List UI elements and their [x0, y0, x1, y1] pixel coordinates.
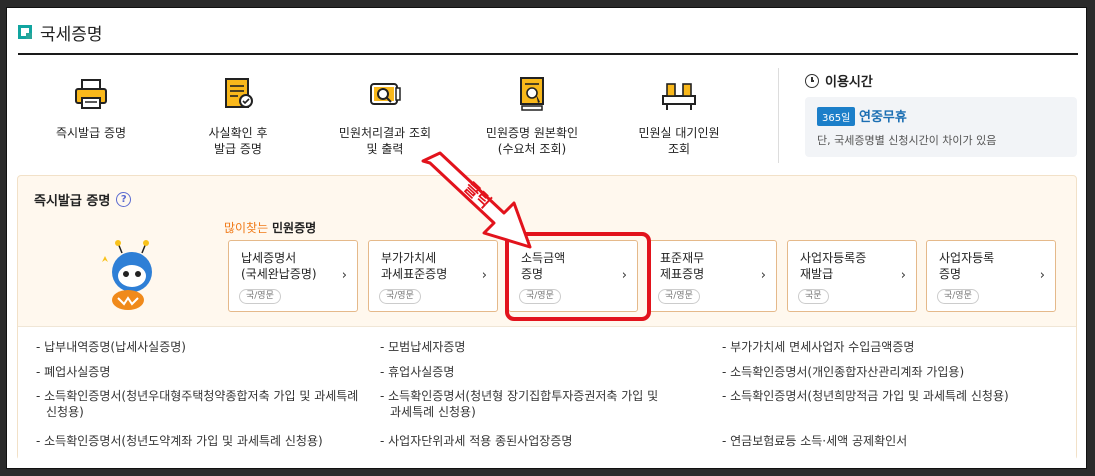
mascot-illustration [102, 240, 152, 310]
chevron-right-icon: › [900, 268, 906, 283]
days-badge: 365일 [817, 107, 856, 126]
popular-highlight: 많이찾는 [224, 221, 269, 235]
link-vat-exempt-income[interactable]: - 부가가치세 면세사업자 수입금액증명 [722, 339, 914, 355]
title-square-icon [18, 25, 32, 39]
panel-title: 즉시발급 증명 ? [34, 190, 132, 209]
help-icon[interactable]: ? [116, 192, 132, 207]
document-stamp-icon [520, 77, 544, 111]
document-check-icon [225, 78, 253, 108]
service-label-line2: 조회 [667, 142, 691, 156]
link-youth-hope-income[interactable]: - 소득확인증명서(청년희망적금 가입 및 과세특례 신청용) [722, 388, 1009, 404]
service-waiting-count[interactable]: 민원실 대기인원 조회 [609, 74, 749, 157]
instant-issue-panel: 즉시발급 증명 ? 많이찾는 민원증명 납세증명서 (국세완납증명) › 국/영문 [17, 151, 1077, 460]
popular-heading: 많이찾는 민원증명 [224, 219, 316, 236]
hours-info-box: 365일 연중무휴 단, 국세증명별 신청시간이 차이가 있음 [805, 97, 1077, 157]
service-label-line1: 민원증명 원본확인 [485, 126, 579, 140]
service-label-line2: 발급 증명 [214, 142, 262, 156]
link-isa-income[interactable]: - 소득확인증명서(개인종합자산관리계좌 가입용) [722, 364, 964, 380]
language-tag: 국/영문 [519, 289, 561, 304]
service-label: 즉시발급 증명 [55, 126, 127, 140]
printer-icon [75, 79, 107, 109]
link-model-taxpayer[interactable]: - 모범납세자증명 [380, 339, 465, 355]
chevron-right-icon: › [1039, 268, 1045, 283]
card-line2: 증명 [939, 267, 962, 281]
card-line2: 제표증명 [660, 267, 705, 281]
link-line2: 과세특례 신청용) [390, 405, 476, 419]
chevron-right-icon: › [481, 268, 487, 283]
chevron-right-icon: › [621, 268, 627, 283]
card-line2: 증명 [521, 267, 544, 281]
clock-icon [805, 73, 819, 88]
language-tag: 국/영문 [658, 289, 700, 304]
service-label-line1: 사실확인 후 [208, 126, 268, 140]
link-suspension-fact[interactable]: - 휴업사실증명 [380, 364, 454, 380]
card-line2: 재발급 [800, 267, 834, 281]
other-certificates-list: - 납부내역증명(납세사실증명) - 모범납세자증명 - 부가가치세 면세사업자… [18, 326, 1076, 460]
hours-title: 이용시간 [805, 71, 873, 90]
service-instant-issue[interactable]: 즉시발급 증명 [21, 74, 161, 141]
language-tag: 국/영문 [937, 289, 979, 304]
service-original-verify[interactable]: 민원증명 원본확인 (수요처 조회) [462, 74, 602, 157]
link-line1: - 소득확인증명서(청년우대형주택청약종합저축 가입 및 과세특례 [36, 389, 359, 403]
chevron-right-icon: › [760, 268, 766, 283]
card-line1: 표준재무 [660, 251, 705, 265]
hours-note: 단, 국세증명별 신청시간이 차이가 있음 [817, 134, 997, 147]
click-annotation-arrow: 클릭 [421, 151, 532, 249]
chevron-right-icon: › [341, 268, 347, 283]
card-line2: (국세완납증명) [241, 267, 317, 281]
link-sub-business[interactable]: - 사업자단위과세 적용 종된사업장증명 [380, 433, 572, 449]
language-tag: 국문 [798, 289, 829, 304]
language-tag: 국/영문 [239, 289, 281, 304]
vertical-divider [778, 68, 779, 163]
page-title: 국세증명 [40, 24, 103, 45]
service-result-lookup[interactable]: 민원처리결과 조회 및 출력 [315, 74, 455, 157]
link-line2: 신청용) [46, 405, 84, 419]
card-line1: 사업자등록증 [800, 251, 867, 265]
link-payment-history[interactable]: - 납부내역증명(납세사실증명) [36, 339, 186, 355]
section-header: 국세증명 [18, 20, 103, 45]
title-underline [18, 53, 1078, 55]
hours-main-text: 연중무휴 [859, 110, 907, 125]
card-business-reg-reissue[interactable]: 사업자등록증재발급 › 국문 [787, 240, 917, 312]
hours-title-text: 이용시간 [825, 75, 873, 90]
service-label-line1: 민원실 대기인원 [638, 126, 720, 140]
card-line1: 사업자등록 [939, 251, 995, 265]
link-line1: - 소득확인증명서(청년형 장기집합투자증권저축 가입 및 [380, 389, 659, 403]
link-closure-fact[interactable]: - 폐업사실증명 [36, 364, 110, 380]
panel-title-text: 즉시발급 증명 [34, 194, 111, 209]
card-tax-payment-cert[interactable]: 납세증명서 (국세완납증명) › 국/영문 [228, 240, 358, 312]
tax-certificate-section: 국세증명 즉시발급 증명 사실확인 후 발급 증명 민원처리결과 조회 및 출력… [6, 7, 1087, 469]
scroll-search-icon [370, 83, 401, 105]
language-tag: 국/영문 [379, 289, 421, 304]
card-financial-statement-cert[interactable]: 표준재무제표증명 › 국/영문 [647, 240, 777, 312]
link-pension-deduction[interactable]: - 연금보험료등 소득·세액 공제확인서 [722, 433, 907, 449]
link-youth-housing-income[interactable]: - 소득확인증명서(청년우대형주택청약종합저축 가입 및 과세특례 신청용) [36, 388, 358, 420]
card-line2: 과세표준증명 [381, 267, 448, 281]
link-youth-fund-income[interactable]: - 소득확인증명서(청년형 장기집합투자증권저축 가입 및 과세특례 신청용) [380, 388, 658, 420]
card-business-reg-cert[interactable]: 사업자등록증명 › 국/영문 [926, 240, 1056, 312]
service-verify-issue[interactable]: 사실확인 후 발급 증명 [168, 74, 308, 157]
card-line1: 납세증명서 [241, 251, 297, 265]
service-label-line1: 민원처리결과 조회 [338, 126, 432, 140]
link-youth-leap-income[interactable]: - 소득확인증명서(청년도약계좌 가입 및 과세특례 신청용) [36, 433, 323, 449]
popular-rest: 민원증명 [272, 221, 317, 235]
waiting-counter-icon [662, 83, 696, 110]
